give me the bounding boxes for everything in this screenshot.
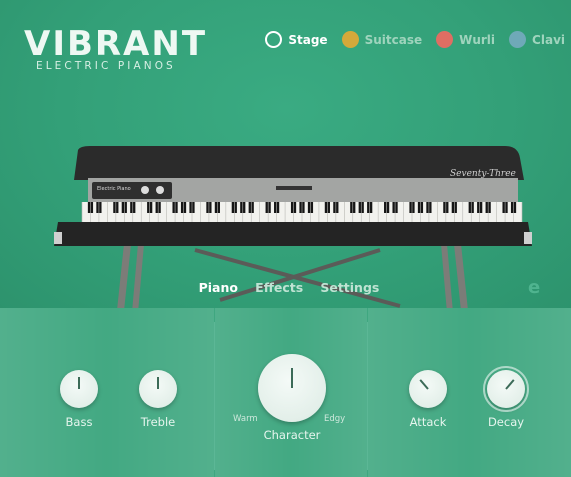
- attack-label: Attack: [409, 415, 447, 429]
- e-logo-icon: e: [528, 277, 540, 298]
- tab-bar: Piano Effects Settings: [190, 272, 388, 302]
- treble-knob[interactable]: [139, 370, 177, 408]
- piano-script-text: Seventy-Three: [450, 169, 516, 179]
- bass-label: Bass: [65, 415, 93, 429]
- tab-settings[interactable]: Settings: [320, 280, 379, 295]
- attack-knob[interactable]: [409, 370, 447, 408]
- divider: [367, 322, 368, 470]
- tab-effects[interactable]: Effects: [255, 280, 303, 295]
- tab-piano[interactable]: Piano: [199, 280, 238, 295]
- divider: [214, 322, 215, 470]
- bass-control: Bass: [53, 370, 105, 429]
- character-label: Character: [263, 428, 321, 442]
- decay-control: Decay: [478, 366, 534, 429]
- decay-knob[interactable]: [483, 366, 529, 412]
- character-knob[interactable]: [258, 354, 326, 422]
- bass-knob[interactable]: [60, 370, 98, 408]
- attack-control: Attack: [400, 370, 456, 429]
- character-max-label: Edgy: [324, 414, 346, 424]
- character-control: Character: [250, 354, 334, 442]
- decay-label: Decay: [487, 415, 525, 429]
- electric-piano-image: Electric Piano Seventy-Three e: [54, 146, 540, 310]
- treble-control: Treble: [130, 370, 186, 429]
- piano-badge-text: Electric Piano: [97, 186, 131, 192]
- piano-body: [54, 222, 532, 246]
- treble-label: Treble: [140, 415, 176, 429]
- character-min-label: Warm: [233, 414, 258, 424]
